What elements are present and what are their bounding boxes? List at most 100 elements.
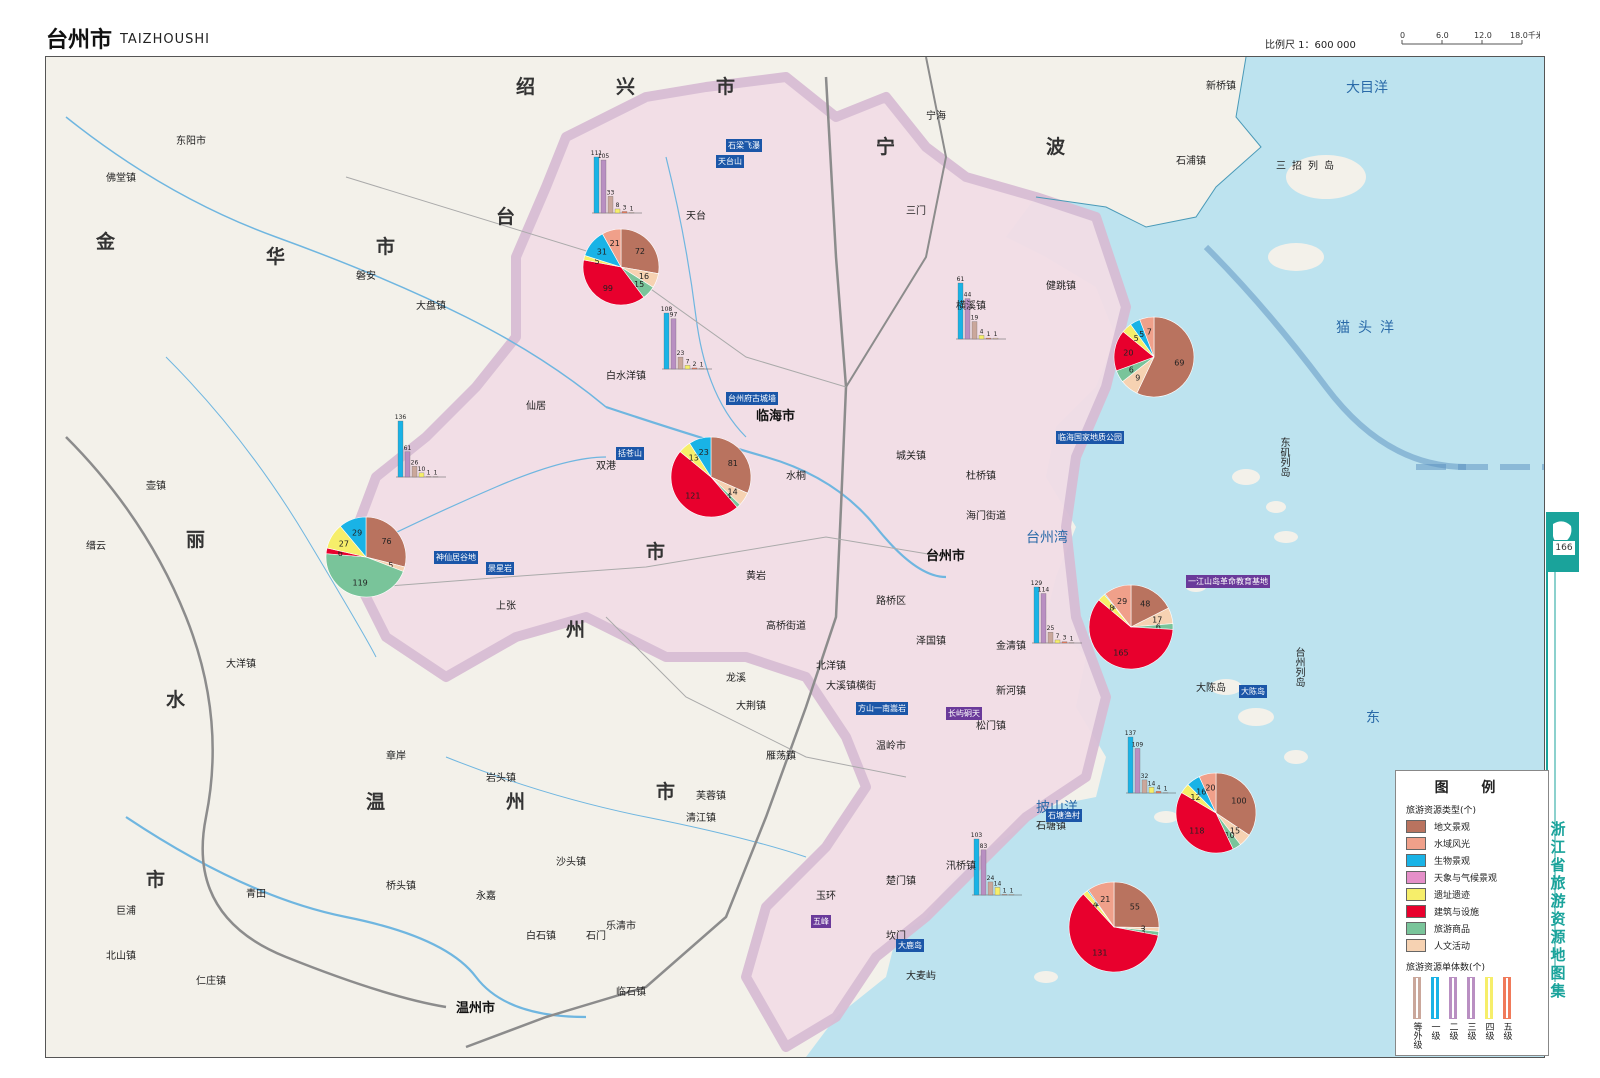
island-label: 东矶列岛 — [1278, 437, 1289, 477]
poi-label[interactable]: 天台山 — [716, 155, 744, 168]
bar — [670, 318, 677, 370]
place-label: 汛桥镇 — [946, 861, 976, 872]
bar-label: 105 — [598, 153, 610, 160]
island-label: 三招列岛 — [1276, 161, 1340, 172]
bar-label: 3 — [1063, 635, 1067, 642]
place-label: 黄岩 — [746, 571, 766, 582]
region-label: 华 — [266, 246, 286, 268]
pie-label: 21 — [610, 239, 620, 248]
region-label: 州 — [566, 619, 586, 641]
legend-grades-heading: 旅游资源单体数(个) — [1406, 963, 1486, 973]
bar-label: 1 — [434, 470, 438, 477]
scale-tick: 12.0 — [1474, 31, 1492, 40]
place-label: 北山镇 — [106, 951, 136, 962]
bar — [691, 367, 698, 370]
bar — [1033, 586, 1040, 644]
grade-label: 五级 — [1501, 1022, 1512, 1040]
poi-label[interactable]: 括苍山 — [616, 447, 644, 460]
legend-types-heading: 旅游资源类型(个) — [1406, 806, 1477, 816]
legend-swatch — [1406, 905, 1426, 918]
poi-label[interactable]: 五峰 — [811, 915, 831, 928]
place-label: 高桥街道 — [766, 621, 806, 632]
place-label: 仙居 — [526, 401, 546, 412]
island — [1274, 531, 1298, 543]
poi-label[interactable]: 神仙居谷地 — [434, 551, 478, 564]
place-label: 水桐 — [786, 471, 806, 482]
poi-label[interactable]: 方山一南嵩岩 — [856, 702, 908, 715]
grade-bar — [1502, 977, 1511, 1019]
place-label: 三门 — [906, 206, 926, 217]
region-label: 绍 — [516, 76, 536, 98]
bar-label: 1 — [630, 205, 634, 212]
bar-label: 19 — [971, 315, 979, 322]
legend-swatch — [1406, 854, 1426, 867]
bar-label: 103 — [971, 832, 983, 839]
pie-label: 165 — [1113, 648, 1128, 657]
poi-label[interactable]: 景星岩 — [486, 562, 514, 575]
bar — [1054, 639, 1061, 644]
bar-label: 1 — [1010, 887, 1014, 894]
bar — [1134, 748, 1141, 794]
poi-label[interactable]: 石塘渔村 — [1046, 809, 1082, 822]
bar — [980, 849, 987, 896]
legend-item: 人文活动 — [1406, 937, 1548, 954]
bar — [663, 312, 670, 370]
legend-item: 生物景观 — [1406, 852, 1548, 869]
bar — [418, 472, 425, 478]
grade-bar — [1448, 977, 1457, 1019]
bar-label: 14 — [994, 880, 1002, 887]
poi-label[interactable]: 一江山岛革命教育基地 — [1186, 575, 1270, 588]
place-label: 路桥区 — [876, 596, 906, 607]
pie-label: 81 — [728, 459, 738, 468]
grade-label: 四级 — [1483, 1022, 1494, 1040]
pie-label: 5 — [1139, 330, 1144, 339]
bar — [677, 356, 684, 370]
bar-label: 136 — [395, 414, 407, 421]
poi-label[interactable]: 台州府古城墙 — [726, 392, 778, 405]
place-label: 泽国镇 — [916, 636, 946, 647]
bar-label: 83 — [980, 843, 988, 850]
bar-label: 1 — [987, 331, 991, 338]
island — [1238, 708, 1274, 726]
pie-label: 55 — [1130, 902, 1140, 911]
region-label: 州 — [506, 791, 526, 813]
legend-swatch — [1406, 888, 1426, 901]
grade-bar — [1484, 977, 1493, 1019]
place-label: 大洋镇 — [226, 659, 256, 670]
bar-label: 25 — [1047, 625, 1055, 632]
place-label: 健跳镇 — [1046, 281, 1076, 292]
island — [1268, 243, 1324, 271]
place-label: 佛堂镇 — [106, 173, 136, 184]
pie-label: 118 — [1189, 827, 1204, 836]
poi-label[interactable]: 石梁飞瀑 — [726, 139, 762, 152]
bar — [1047, 631, 1054, 644]
place-label: 岩头镇 — [486, 773, 516, 784]
place-label: 雁荡镇 — [766, 751, 796, 762]
poi-label[interactable]: 大鹿岛 — [896, 939, 924, 952]
scale-tick: 0 — [1400, 31, 1405, 40]
bar — [985, 337, 992, 340]
poi-label[interactable]: 长屿硐天 — [946, 707, 982, 720]
sea-label: 猫头洋 — [1336, 320, 1402, 336]
bar — [621, 211, 628, 214]
atlas-title: 浙江省旅游资源地图集 — [1550, 820, 1566, 1000]
legend-grades: 等外级 一级 二级 三级 四级 五级 — [1408, 977, 1548, 1049]
pie-label: 9 — [1135, 373, 1140, 382]
bar-label: 32 — [1141, 773, 1149, 780]
place-label: 北洋镇 — [816, 661, 846, 672]
place-label: 缙云 — [86, 541, 106, 552]
legend-swatch — [1406, 922, 1426, 935]
place-label: 大溪镇 — [826, 681, 856, 692]
poi-label[interactable]: 临海国家地质公园 — [1056, 431, 1124, 444]
city-label-linhai: 临海市 — [756, 409, 796, 424]
map-frame[interactable]: 72 16 15 99 5 31 21 81 14 4 121 13 23 76 5 119 6 27 29 69 9 6… — [45, 56, 1545, 1058]
sea-label: 东 — [1366, 710, 1380, 726]
bar — [600, 159, 607, 214]
poi-label[interactable]: 大陈岛 — [1239, 685, 1267, 698]
place-label: 桥头镇 — [386, 881, 416, 892]
map-canvas: 7216159953121811441211323765119627296996… — [46, 57, 1544, 1057]
bar-label: 1 — [700, 361, 704, 368]
place-label: 金清镇 — [996, 641, 1026, 652]
legend-item-label: 地文景观 — [1434, 823, 1471, 833]
place-label: 温岭市 — [876, 741, 906, 752]
